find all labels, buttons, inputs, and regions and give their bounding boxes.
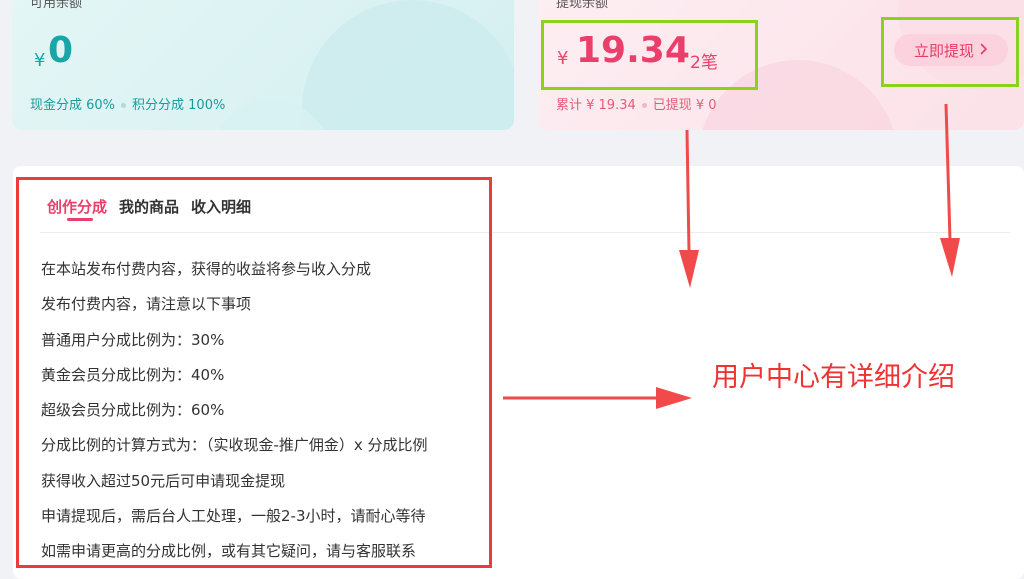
down-arrow-head — [679, 250, 699, 288]
down-arrow-head — [940, 238, 960, 277]
annotation-text: 用户中心有详细介绍 — [712, 362, 955, 393]
left-arrow-head — [656, 387, 692, 409]
annotation-arrows — [503, 103, 960, 409]
